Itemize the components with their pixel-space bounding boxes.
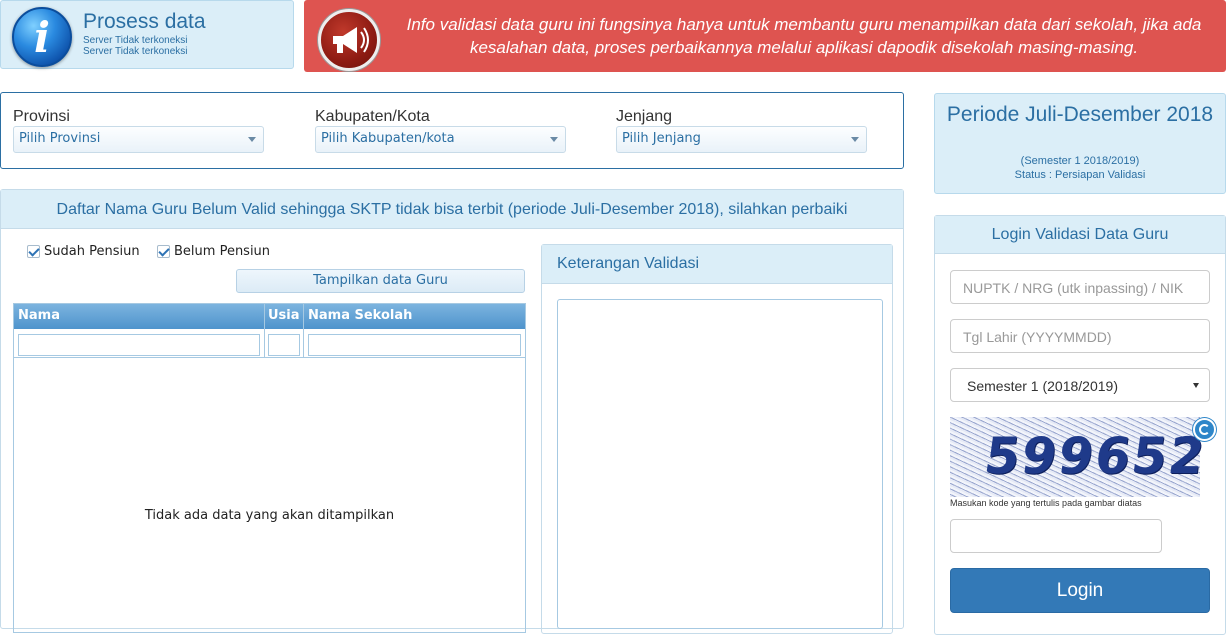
column-header-usia[interactable]: Usia: [268, 308, 300, 323]
daftar-title: Daftar Nama Guru Belum Valid sehingga SK…: [56, 201, 848, 218]
login-button[interactable]: Login: [950, 568, 1210, 613]
semester-select-value: Semester 1 (2018/2019): [967, 378, 1118, 394]
periode-semester: (Semester 1 2018/2019): [1020, 155, 1140, 167]
tanggal-lahir-input[interactable]: Tgl Lahir (YYYYMMDD): [950, 319, 1210, 353]
keterangan-content: [557, 299, 883, 629]
filter-usia-input[interactable]: [268, 334, 300, 356]
provinsi-label: Provinsi: [13, 108, 70, 125]
filter-nama-sekolah-input[interactable]: [308, 334, 521, 356]
process-title: Prosess data: [83, 10, 206, 33]
login-title: Login Validasi Data Guru: [991, 226, 1169, 243]
info-icon: i: [12, 7, 72, 67]
chevron-down-icon: [550, 137, 558, 142]
belum-pensiun-label: Belum Pensiun: [174, 244, 271, 259]
sudah-pensiun-checkbox[interactable]: [27, 245, 40, 258]
chevron-down-icon: [851, 137, 859, 142]
chevron-down-icon: [248, 137, 256, 142]
info-alert-banner: Info validasi data guru ini fungsinya ha…: [304, 0, 1226, 72]
keterangan-title: Keterangan Validasi: [557, 255, 700, 272]
jenjang-select[interactable]: Pilih Jenjang: [616, 126, 867, 153]
column-divider: [264, 304, 265, 357]
column-header-nama[interactable]: Nama: [18, 308, 60, 323]
nuptk-input[interactable]: NUPTK / NRG (utk inpassing) / NIK: [950, 270, 1210, 304]
alert-message: Info validasi data guru ini fungsinya ha…: [406, 15, 1202, 57]
provinsi-select[interactable]: Pilih Provinsi: [13, 126, 264, 153]
provinsi-select-value: Pilih Provinsi: [19, 131, 101, 146]
megaphone-icon: [318, 9, 380, 71]
jenjang-label: Jenjang: [616, 108, 673, 125]
filter-nama-input[interactable]: [18, 334, 260, 356]
server-status-line: Server Tidak terkoneksi: [83, 46, 188, 57]
kabupaten-select-value: Pilih Kabupaten/kota: [321, 131, 455, 146]
captcha-hint: Masukan kode yang tertulis pada gambar d…: [950, 498, 1142, 508]
belum-pensiun-checkbox[interactable]: [157, 245, 170, 258]
captcha-input[interactable]: [950, 519, 1162, 553]
kabupaten-label: Kabupaten/Kota: [315, 108, 430, 125]
sudah-pensiun-label: Sudah Pensiun: [44, 244, 140, 259]
semester-select[interactable]: Semester 1 (2018/2019): [950, 368, 1210, 402]
periode-status: Status : Persiapan Validasi: [1014, 169, 1146, 181]
kabupaten-select[interactable]: Pilih Kabupaten/kota: [315, 126, 566, 153]
column-header-nama-sekolah[interactable]: Nama Sekolah: [308, 308, 412, 323]
jenjang-select-value: Pilih Jenjang: [622, 131, 701, 146]
empty-table-message: Tidak ada data yang akan ditampilkan: [144, 508, 395, 523]
captcha-code: 599652: [980, 427, 1210, 485]
chevron-down-icon: [1193, 383, 1199, 388]
column-divider: [303, 304, 304, 357]
refresh-icon[interactable]: [1193, 418, 1216, 441]
tampilkan-data-guru-button[interactable]: Tampilkan data Guru: [236, 269, 525, 293]
server-status-line: Server Tidak terkoneksi: [83, 35, 188, 46]
periode-title: Periode Juli-Desember 2018: [946, 103, 1214, 126]
